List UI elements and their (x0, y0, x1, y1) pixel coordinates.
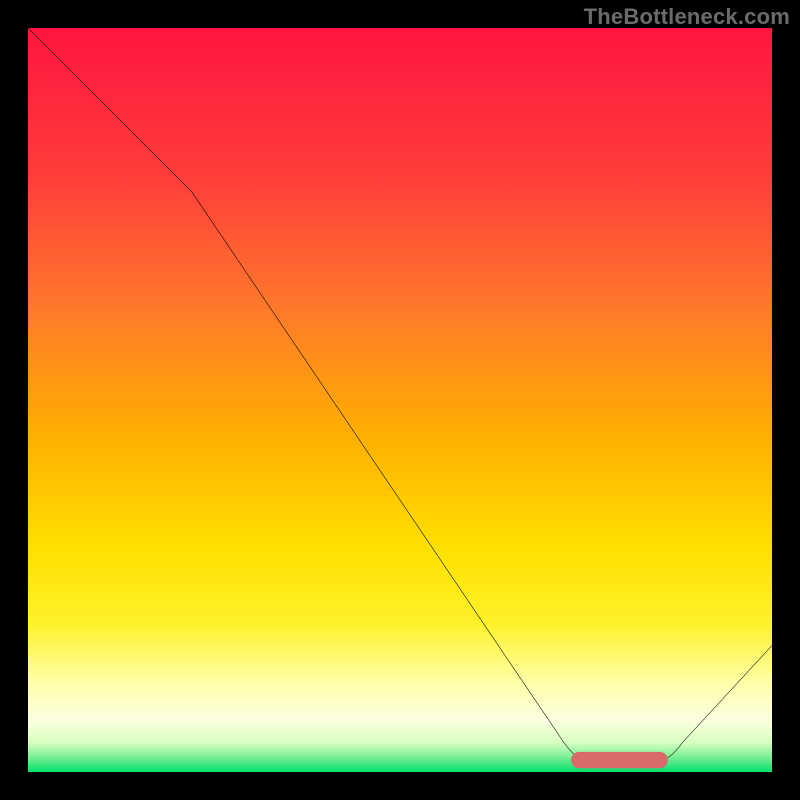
curve-layer (28, 28, 772, 772)
bottleneck-curve (28, 28, 772, 763)
watermark-text: TheBottleneck.com (584, 4, 790, 30)
chart-frame: TheBottleneck.com (0, 0, 800, 800)
plot-area (28, 28, 772, 772)
optimal-range-marker (571, 752, 668, 768)
